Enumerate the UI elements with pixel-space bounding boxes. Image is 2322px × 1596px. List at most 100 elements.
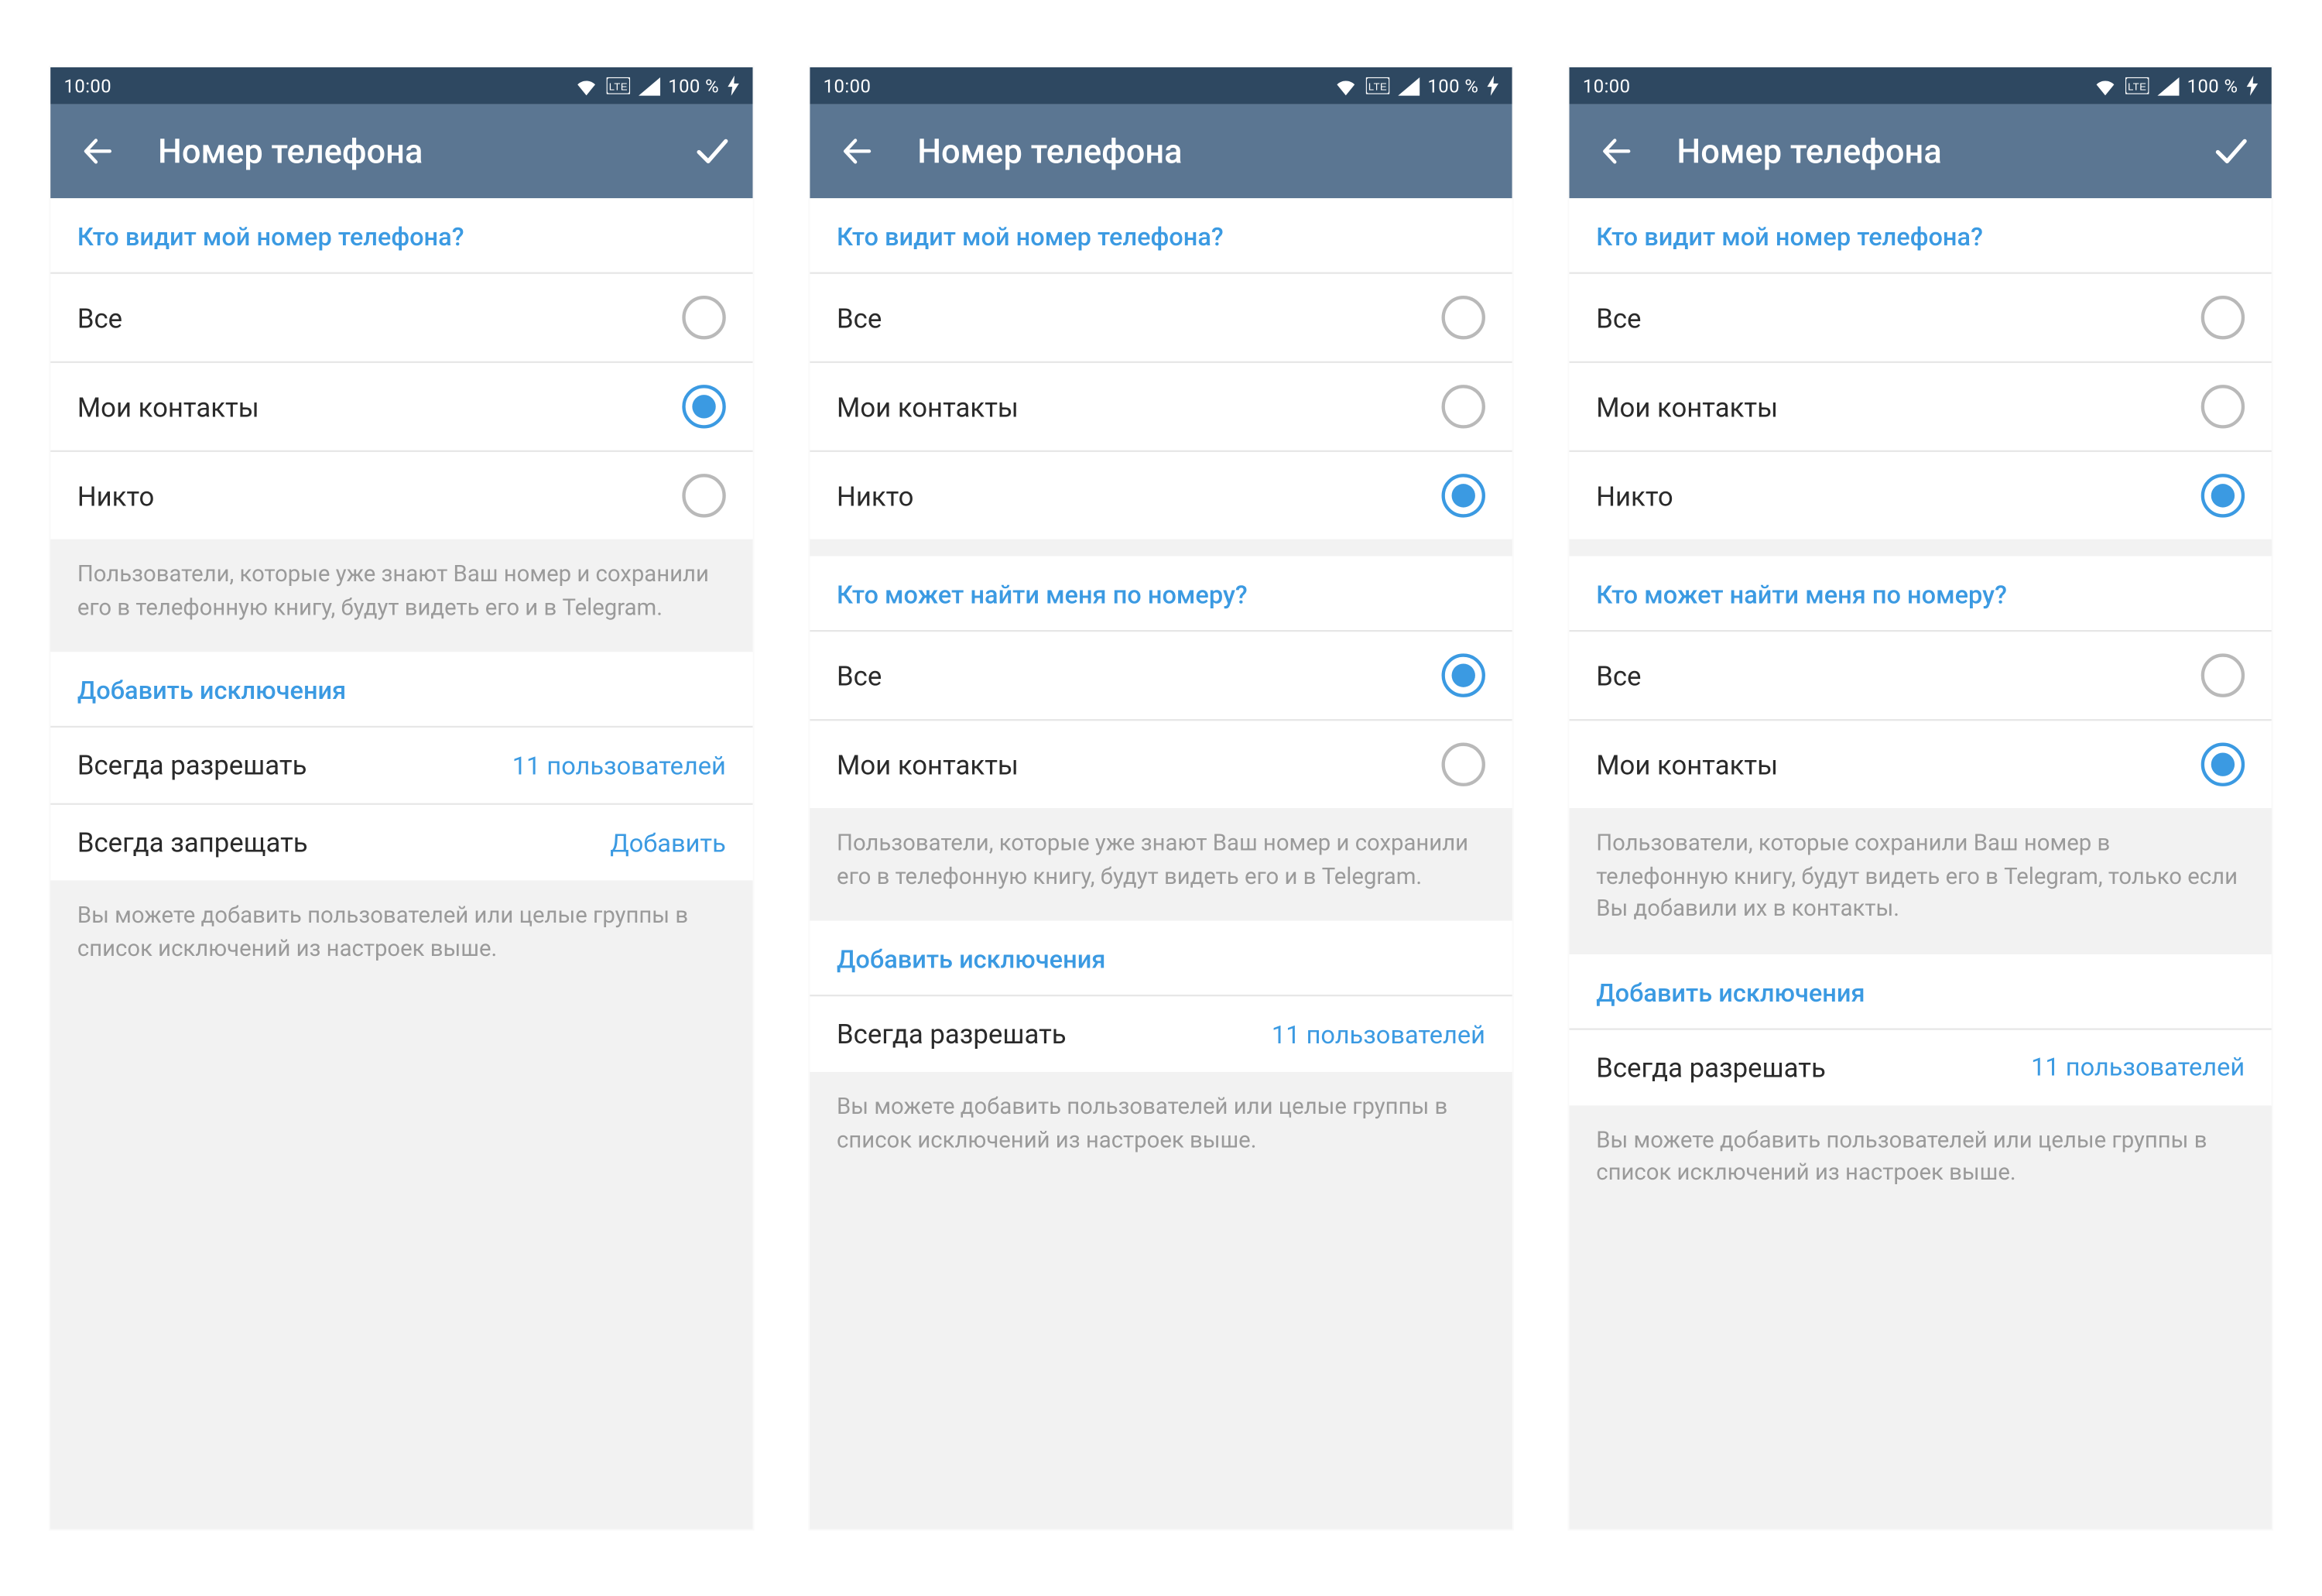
wifi-icon — [574, 77, 598, 95]
status-battery: 100 % — [2187, 75, 2238, 97]
back-button[interactable] — [834, 128, 881, 175]
settings-section: Кто видит мой номер телефона? Все Мои ко… — [50, 198, 752, 539]
section-header: Кто может найти меня по номеру? — [1569, 557, 2271, 631]
phone-screen-1: 10:00 LTE 100 % Номер телефона Кто видит… — [810, 67, 1512, 1529]
exception-row[interactable]: Всегда разрешать 11 пользователей — [50, 726, 752, 803]
charging-icon — [728, 76, 739, 96]
wifi-icon — [1334, 77, 1357, 95]
radio-indicator — [1442, 742, 1485, 786]
radio-option[interactable]: Все — [810, 272, 1512, 361]
radio-option[interactable]: Все — [50, 272, 752, 361]
section-header: Кто видит мой номер телефона? — [810, 198, 1512, 272]
radio-label: Все — [837, 659, 1441, 691]
confirm-button[interactable] — [2207, 128, 2255, 175]
radio-label: Никто — [77, 480, 682, 512]
radio-option[interactable]: Все — [810, 630, 1512, 719]
radio-option[interactable]: Никто — [1569, 450, 2271, 539]
radio-option[interactable]: Мои контакты — [810, 719, 1512, 808]
radio-indicator — [2201, 385, 2245, 428]
status-time: 10:00 — [63, 75, 111, 97]
lte-icon: LTE — [1365, 77, 1389, 94]
radio-option[interactable]: Мои контакты — [810, 361, 1512, 450]
app-bar: Номер телефона — [810, 104, 1512, 199]
exception-value: Добавить — [610, 827, 726, 858]
radio-option[interactable]: Все — [1569, 272, 2271, 361]
radio-indicator — [682, 296, 725, 339]
page-title: Номер телефона — [158, 131, 652, 171]
radio-option[interactable]: Все — [1569, 630, 2271, 719]
radio-label: Мои контакты — [1596, 391, 2200, 423]
radio-label: Все — [1596, 302, 2200, 334]
radio-label: Все — [77, 302, 682, 334]
radio-option[interactable]: Мои контакты — [1569, 361, 2271, 450]
exception-value: 11 пользователей — [512, 751, 726, 781]
radio-indicator — [2201, 296, 2245, 339]
exceptions-section: Добавить исключения Всегда разрешать 11 … — [1569, 954, 2271, 1105]
radio-indicator — [1442, 296, 1485, 339]
charging-icon — [2246, 76, 2258, 96]
page-title: Номер телефона — [917, 131, 1495, 171]
radio-label: Никто — [1596, 480, 2200, 512]
status-bar: 10:00 LTE 100 % — [1569, 67, 2271, 104]
lte-icon: LTE — [606, 77, 629, 94]
section-footer-note: Вы можете добавить пользователей или цел… — [50, 881, 752, 994]
exceptions-section: Добавить исключения Всегда разрешать 11 … — [810, 921, 1512, 1072]
radio-label: Мои контакты — [837, 748, 1441, 780]
section-footer-note: Вы можете добавить пользователей или цел… — [1569, 1105, 2271, 1218]
exception-value: 11 пользователей — [1272, 1019, 1485, 1050]
wifi-icon — [2093, 77, 2116, 95]
radio-indicator — [1442, 653, 1485, 697]
back-button[interactable] — [1593, 128, 1640, 175]
status-battery: 100 % — [668, 75, 719, 97]
svg-text:LTE: LTE — [1368, 80, 1386, 92]
section-header: Добавить исключения — [50, 652, 752, 727]
radio-label: Никто — [837, 480, 1441, 512]
settings-section: Кто может найти меня по номеру? Все Мои … — [1569, 557, 2271, 809]
section-footer-note: Вы можете добавить пользователей или цел… — [810, 1072, 1512, 1185]
exception-label: Всегда разрешать — [837, 1019, 1272, 1050]
radio-option[interactable]: Никто — [810, 450, 1512, 539]
radio-label: Мои контакты — [77, 391, 682, 423]
radio-option[interactable]: Мои контакты — [50, 361, 752, 450]
status-time: 10:00 — [824, 75, 872, 97]
section-header: Кто видит мой номер телефона? — [50, 198, 752, 272]
section-header: Кто может найти меня по номеру? — [810, 557, 1512, 631]
exception-label: Всегда запрещать — [77, 827, 610, 858]
status-bar: 10:00 LTE 100 % — [810, 67, 1512, 104]
exception-row[interactable]: Всегда запрещать Добавить — [50, 803, 752, 881]
settings-section: Кто видит мой номер телефона? Все Мои ко… — [1569, 198, 2271, 539]
svg-text:LTE: LTE — [2127, 80, 2146, 92]
section-footer-note: Пользователи, которые уже знают Ваш номе… — [810, 808, 1512, 921]
radio-indicator — [1442, 474, 1485, 517]
section-header: Добавить исключения — [810, 921, 1512, 995]
signal-icon — [1397, 77, 1419, 95]
status-bar: 10:00 LTE 100 % — [50, 67, 752, 104]
radio-option[interactable]: Мои контакты — [1569, 719, 2271, 808]
exception-row[interactable]: Всегда разрешать 11 пользователей — [1569, 1028, 2271, 1105]
page-title: Номер телефона — [1676, 131, 2170, 171]
svg-text:LTE: LTE — [608, 80, 627, 92]
exception-label: Всегда разрешать — [1596, 1051, 2031, 1083]
radio-indicator — [682, 385, 725, 428]
section-footer-note: Пользователи, которые уже знают Ваш номе… — [50, 539, 752, 652]
radio-indicator — [682, 474, 725, 517]
exception-row[interactable]: Всегда разрешать 11 пользователей — [810, 995, 1512, 1072]
radio-option[interactable]: Никто — [50, 450, 752, 539]
radio-indicator — [2201, 742, 2245, 786]
radio-label: Все — [837, 302, 1441, 334]
signal-icon — [2157, 77, 2179, 95]
exception-value: 11 пользователей — [2031, 1052, 2245, 1082]
app-bar: Номер телефона — [50, 104, 752, 199]
phone-screen-0: 10:00 LTE 100 % Номер телефона Кто видит… — [50, 67, 752, 1529]
status-time: 10:00 — [1583, 75, 1631, 97]
lte-icon: LTE — [2125, 77, 2148, 94]
app-bar: Номер телефона — [1569, 104, 2271, 199]
back-button[interactable] — [74, 128, 122, 175]
settings-section: Кто может найти меня по номеру? Все Мои … — [810, 557, 1512, 809]
radio-label: Все — [1596, 659, 2200, 691]
status-battery: 100 % — [1427, 75, 1478, 97]
confirm-button[interactable] — [689, 128, 736, 175]
section-header: Кто видит мой номер телефона? — [1569, 198, 2271, 272]
signal-icon — [638, 77, 659, 95]
radio-indicator — [2201, 474, 2245, 517]
